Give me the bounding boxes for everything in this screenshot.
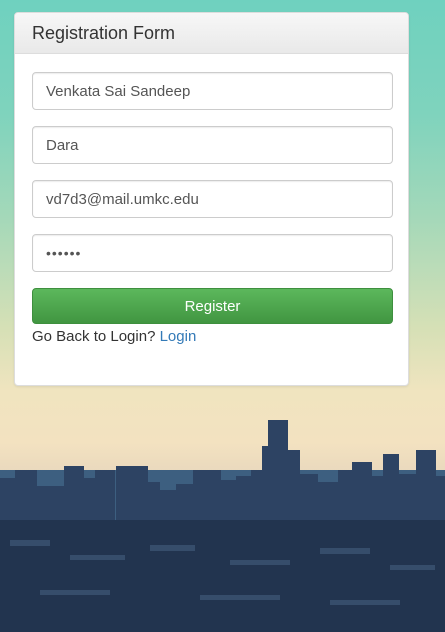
password-field[interactable] — [32, 234, 393, 272]
back-to-login-text: Go Back to Login? — [32, 328, 156, 345]
first-name-field[interactable] — [32, 72, 393, 110]
back-to-login-line: Go Back to Login? Login — [32, 327, 391, 347]
email-field[interactable] — [32, 180, 393, 218]
last-name-field[interactable] — [32, 126, 393, 164]
panel-body: Register Go Back to Login? Login — [15, 54, 408, 347]
form-title: Registration Form — [32, 23, 176, 43]
panel-heading: Registration Form — [15, 13, 408, 54]
login-link[interactable]: Login — [160, 328, 197, 345]
register-button[interactable]: Register — [32, 288, 393, 324]
registration-panel: Registration Form Register Go Back to Lo… — [14, 12, 409, 386]
